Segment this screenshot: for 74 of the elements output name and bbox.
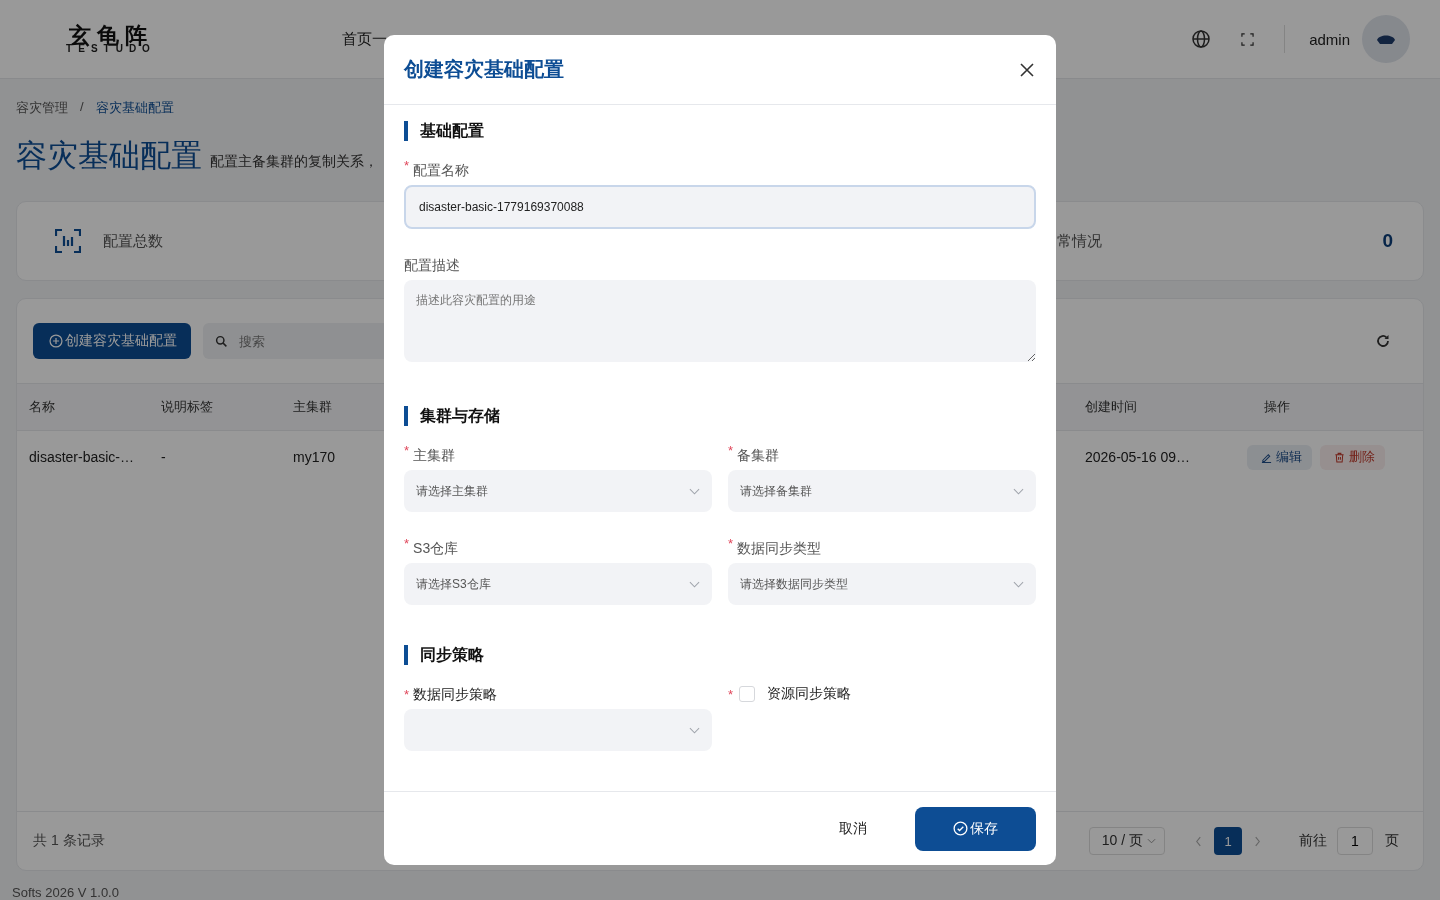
field-label: 数据同步策略	[413, 685, 498, 705]
create-button[interactable]: 创建容灾基础配置	[33, 323, 191, 359]
breadcrumb-separator: /	[80, 99, 84, 116]
select-field[interactable]	[404, 709, 712, 752]
search-icon	[215, 335, 228, 348]
required-mark: *	[728, 687, 734, 701]
plus-circle-icon	[49, 334, 63, 348]
chevron-icon	[689, 726, 700, 734]
required-mark: *	[728, 537, 734, 551]
field-label: 配置名称	[413, 161, 470, 181]
chevron-icon	[1013, 487, 1024, 495]
required-mark: *	[404, 159, 410, 173]
field-label: 数据同步类型	[737, 539, 822, 559]
table-cell-text: disaster-basic-…	[29, 449, 136, 465]
section-heading: 集群与存储	[404, 406, 1036, 427]
page-title: 容灾基础配置	[16, 137, 202, 175]
goto-page-field[interactable]: 1	[1337, 827, 1373, 855]
cancel-button[interactable]: 取消	[825, 809, 881, 848]
goto-label: 前往	[1299, 832, 1327, 850]
select-field[interactable]: 请选择S3仓库	[404, 563, 712, 606]
chevron-icon	[689, 580, 700, 588]
stat-value: 0	[1382, 230, 1393, 252]
select-field[interactable]: 请选择备集群	[728, 470, 1036, 513]
trash-icon	[1334, 451, 1345, 463]
footer-text: Softs 2026 V 1.0.0	[12, 885, 119, 900]
avatar[interactable]	[1362, 15, 1410, 63]
dialog-title: 创建容灾基础配置	[404, 57, 564, 83]
logo: 玄龟阵 TESTUDO	[65, 24, 157, 54]
name-field[interactable]: disaster-basic-1779169370088	[404, 185, 1036, 230]
select-field[interactable]: 请选择主集群	[404, 470, 712, 513]
field-label: S3仓库	[413, 539, 459, 559]
fullscreen-icon[interactable]	[1241, 32, 1255, 46]
pencil-icon	[1261, 451, 1272, 463]
table-cell-text: 2026-05-16 09…	[1085, 449, 1192, 465]
chart-icon	[55, 228, 81, 254]
section-heading: 基础配置	[404, 121, 1036, 142]
record-count: 共 1 条记录	[33, 832, 105, 850]
stat-label: 配置总数	[103, 231, 163, 251]
checkbox-label: 资源同步策略	[767, 685, 852, 704]
required-mark: *	[404, 537, 410, 551]
table-cell-text: my170	[293, 449, 337, 465]
stat-label: 常情况	[1057, 231, 1103, 251]
chevron-icon	[1147, 838, 1156, 844]
description-field[interactable]: 描述此容灾配置的用途	[404, 280, 1036, 363]
required-mark: *	[728, 444, 734, 458]
chevron-icon	[1013, 580, 1024, 588]
checkbox[interactable]	[739, 686, 756, 703]
column-header: 创建时间	[1085, 398, 1138, 416]
column-header: 主集群	[293, 398, 333, 416]
page-suffix: 页	[1385, 832, 1399, 850]
chevron-icon	[689, 487, 700, 495]
edit-button[interactable]: 编辑	[1247, 444, 1312, 470]
save-button[interactable]: 保存	[915, 806, 1036, 851]
user-name[interactable]: admin	[1309, 30, 1350, 48]
check-circle-icon	[953, 821, 968, 837]
column-header: 名称	[29, 398, 56, 416]
close-icon[interactable]	[1020, 62, 1034, 77]
required-mark: *	[404, 444, 410, 458]
section-heading: 同步策略	[404, 645, 1036, 666]
column-header: 说明标签	[161, 398, 214, 416]
breadcrumb-item[interactable]: 容灾管理	[16, 99, 68, 117]
globe-icon[interactable]	[1191, 29, 1212, 49]
field-label: 主集群	[413, 446, 456, 466]
field-label: 配置描述	[404, 256, 460, 276]
required-mark: *	[404, 686, 410, 705]
page-subtitle: 配置主备集群的复制关系，	[210, 153, 378, 171]
select-field[interactable]: 请选择数据同步类型	[728, 563, 1036, 606]
field-label: 备集群	[737, 446, 780, 466]
breadcrumb-item: 容灾基础配置	[95, 99, 174, 117]
page-number[interactable]: 1	[1214, 827, 1242, 855]
table-cell-text: -	[161, 449, 167, 465]
refresh-icon[interactable]	[1375, 333, 1391, 349]
page-size-select[interactable]: 10 / 页	[1088, 827, 1165, 855]
column-header: 操作	[1263, 398, 1291, 416]
